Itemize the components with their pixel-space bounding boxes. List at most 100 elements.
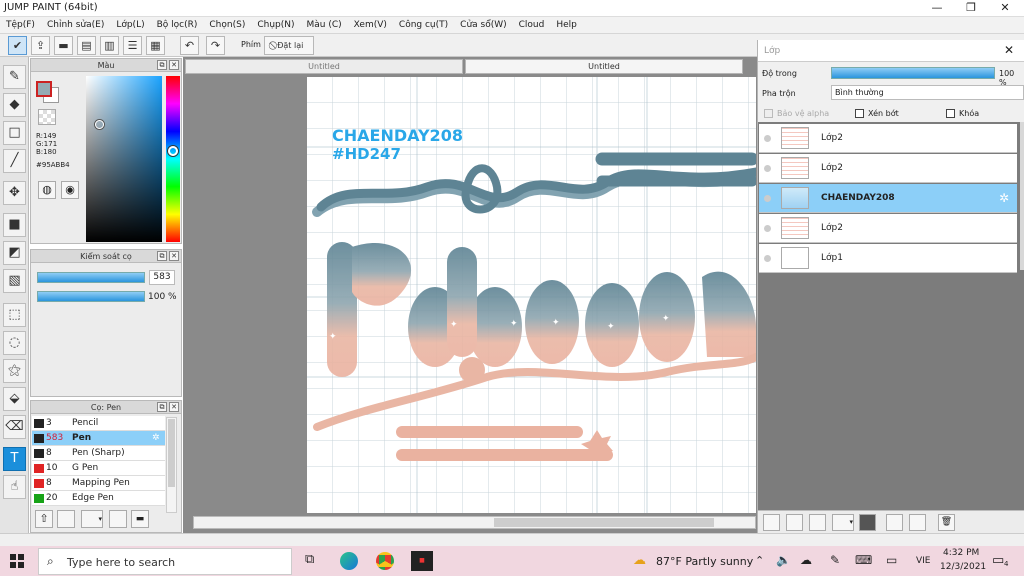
popout-icon[interactable]: ⧉: [157, 402, 167, 412]
layer-opacity-slider[interactable]: [831, 67, 995, 79]
select-eraser-icon[interactable]: ⌫: [3, 415, 26, 439]
tab-untitled-1[interactable]: Untitled: [185, 59, 463, 74]
line-icon[interactable]: ╱: [3, 149, 26, 173]
layer-row[interactable]: Lớp2: [759, 154, 1017, 183]
menu-cloud[interactable]: Cloud: [513, 17, 551, 32]
menu-filter[interactable]: Bộ lọc(R): [151, 17, 204, 32]
chrome-icon[interactable]: [376, 552, 394, 570]
keyboard-icon[interactable]: ⌨: [855, 553, 872, 567]
blend-mode-select[interactable]: Bình thường: [831, 85, 1024, 100]
menu-capture[interactable]: Chụp(N): [251, 17, 300, 32]
notification-icon[interactable]: ▭: [992, 553, 1004, 568]
brush-item[interactable]: 3 Pencil: [32, 416, 165, 431]
brush-item[interactable]: 10 G Pen: [32, 461, 165, 476]
visibility-icon[interactable]: [764, 225, 771, 232]
close-icon[interactable]: ✕: [1004, 43, 1014, 57]
settings-gear-icon[interactable]: ✲: [152, 431, 160, 445]
menu-layer[interactable]: Lớp(L): [110, 17, 150, 32]
protect-alpha-checkbox[interactable]: [764, 109, 773, 118]
layer-settings-icon[interactable]: [809, 514, 826, 531]
canvas-horizontal-scrollbar[interactable]: [193, 516, 756, 529]
brush-icon[interactable]: ✎: [3, 65, 26, 89]
add-layer-dropdown[interactable]: ▾: [832, 514, 854, 531]
duplicate-layer-icon[interactable]: [786, 514, 803, 531]
brush-list-scrollbar[interactable]: [166, 417, 177, 513]
new-brush-icon[interactable]: [57, 510, 75, 528]
comment-icon[interactable]: ▬: [54, 36, 73, 55]
folder-icon[interactable]: ▬: [131, 510, 149, 528]
share-icon[interactable]: ⇪: [31, 36, 50, 55]
merge-icon[interactable]: [909, 514, 926, 531]
reset-button[interactable]: ⃠ Đặt lại: [264, 36, 314, 55]
foreground-color-swatch[interactable]: [36, 81, 52, 97]
check-icon[interactable]: ✔: [8, 36, 27, 55]
message-icon[interactable]: ▤: [77, 36, 96, 55]
popout-icon[interactable]: ⧉: [157, 251, 167, 261]
volume-icon[interactable]: 🔈: [776, 553, 791, 567]
minimize-button[interactable]: —: [920, 0, 954, 17]
palette-icon[interactable]: ◍: [38, 181, 56, 199]
clip-checkbox[interactable]: [855, 109, 864, 118]
menu-edit[interactable]: Chỉnh sửa(E): [41, 17, 110, 32]
scrollbar-thumb[interactable]: [494, 518, 714, 527]
menu-color[interactable]: Màu (C): [301, 17, 348, 32]
layer-row[interactable]: Lớp2: [759, 214, 1017, 243]
display-icon[interactable]: ▭: [886, 553, 897, 567]
edge-browser-icon[interactable]: [340, 552, 358, 570]
lock-checkbox[interactable]: [946, 109, 955, 118]
fill-rect-icon[interactable]: ■: [3, 213, 26, 237]
brush-item[interactable]: 8 Mapping Pen: [32, 476, 165, 491]
close-button[interactable]: ✕: [988, 0, 1022, 17]
palette-settings-icon[interactable]: ◉: [61, 181, 79, 199]
visibility-icon[interactable]: [764, 165, 771, 172]
onedrive-icon[interactable]: ☁: [800, 553, 812, 567]
brush-size-value[interactable]: 583: [149, 270, 175, 285]
tab-untitled-2[interactable]: Untitled: [465, 59, 743, 74]
menu-help[interactable]: Help: [550, 17, 583, 32]
upload-icon[interactable]: ⇧: [35, 510, 53, 528]
redo-icon[interactable]: ↷: [206, 36, 225, 55]
layer-row[interactable]: Lớp2: [759, 124, 1017, 153]
menu-view[interactable]: Xem(V): [348, 17, 393, 32]
brush-item[interactable]: 20 Edge Pen: [32, 491, 165, 506]
new-layer-icon[interactable]: [763, 514, 780, 531]
task-view-icon[interactable]: ⧉: [305, 552, 314, 567]
weather-text[interactable]: 87°F Partly sunny: [656, 555, 753, 568]
scrollbar-thumb[interactable]: [168, 419, 175, 487]
language-indicator[interactable]: VIE: [916, 556, 931, 566]
close-icon[interactable]: ✕: [169, 251, 179, 261]
clock-time[interactable]: 4:32 PM: [943, 548, 979, 558]
brush-settings-icon[interactable]: [109, 510, 127, 528]
pen-icon[interactable]: ✎: [830, 553, 840, 567]
trash-icon[interactable]: 🗑: [938, 514, 955, 531]
hue-slider-handle[interactable]: [168, 146, 178, 156]
taskbar-search[interactable]: ⌕ Type here to search: [38, 548, 292, 575]
brush-size-slider[interactable]: [37, 272, 145, 283]
saturation-value-picker[interactable]: [86, 76, 162, 242]
layer-row-selected[interactable]: CHAENDAY208 ✲: [759, 184, 1017, 213]
maximize-button[interactable]: ❐: [954, 0, 988, 17]
menu-window[interactable]: Cửa sổ(W): [454, 17, 512, 32]
hand-icon[interactable]: ☝: [3, 475, 26, 499]
close-icon[interactable]: ✕: [169, 60, 179, 70]
document-icon[interactable]: ▥: [100, 36, 119, 55]
brush-item[interactable]: 8 Pen (Sharp): [32, 446, 165, 461]
copy-icon[interactable]: [886, 514, 903, 531]
color-picker-cursor[interactable]: [95, 120, 104, 129]
close-icon[interactable]: ✕: [169, 402, 179, 412]
menu-file[interactable]: Tệp(F): [0, 17, 41, 32]
popout-icon[interactable]: ⧉: [157, 60, 167, 70]
bucket-icon[interactable]: ◩: [3, 241, 26, 265]
text-icon[interactable]: T: [3, 447, 26, 471]
transparent-swatch[interactable]: [38, 109, 56, 125]
visibility-icon[interactable]: [764, 195, 771, 202]
chevron-up-icon[interactable]: ⌃: [755, 554, 764, 567]
visibility-icon[interactable]: [764, 135, 771, 142]
select-pen-icon[interactable]: ⬙: [3, 387, 26, 411]
rectangle-icon[interactable]: □: [3, 121, 26, 145]
jump-paint-taskbar-icon[interactable]: ■: [411, 551, 433, 571]
settings-gear-icon[interactable]: ✲: [999, 191, 1009, 205]
list-icon[interactable]: ☰: [123, 36, 142, 55]
drawing-canvas[interactable]: ✦ ✦ ✦ ✦ ✦ ✦ CHAENDAY208 #HD247: [307, 77, 756, 513]
menu-select[interactable]: Chọn(S): [203, 17, 251, 32]
